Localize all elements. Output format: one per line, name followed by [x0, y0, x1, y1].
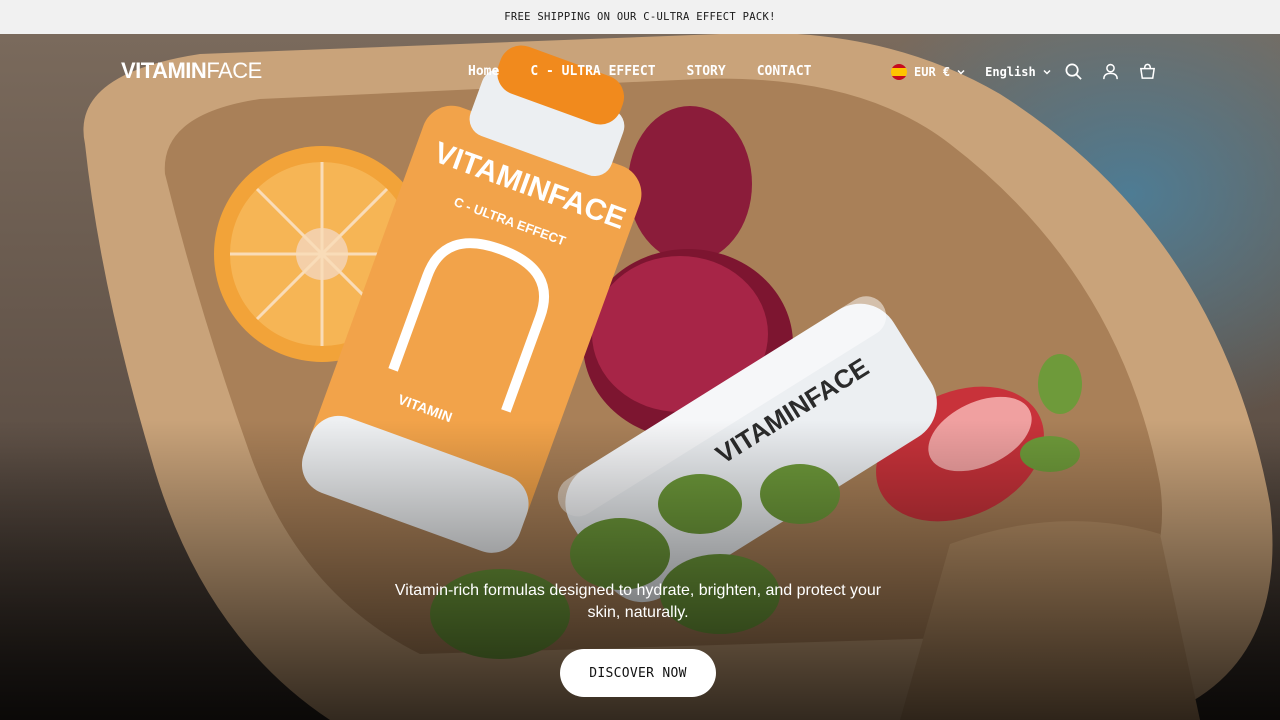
nav-contact[interactable]: CONTACT [757, 64, 812, 79]
header-selectors: EUR € English [891, 61, 1052, 83]
nav-home[interactable]: Home [468, 64, 499, 79]
logo-light-text: FACE [206, 58, 262, 83]
cart-icon[interactable] [1138, 62, 1157, 81]
announcement-text: FREE SHIPPING ON OUR C-ULTRA EFFECT PACK… [504, 11, 776, 23]
chevron-down-icon [957, 69, 965, 75]
site-logo[interactable]: VITAMINFACE [121, 58, 262, 84]
currency-value: EUR € [914, 65, 951, 79]
nav-story[interactable]: STORY [687, 64, 726, 79]
nav-c-ultra-effect[interactable]: C - ULTRA EFFECT [530, 64, 655, 79]
language-selector[interactable]: English [985, 65, 1052, 79]
currency-selector[interactable]: EUR € [891, 64, 966, 80]
discover-now-button[interactable]: DISCOVER NOW [560, 649, 716, 697]
search-icon[interactable] [1064, 62, 1083, 81]
chevron-down-icon [1043, 69, 1051, 75]
announcement-bar: FREE SHIPPING ON OUR C-ULTRA EFFECT PACK… [0, 0, 1280, 34]
header-icons [1064, 62, 1157, 81]
account-icon[interactable] [1101, 62, 1120, 81]
language-value: English [985, 65, 1036, 79]
spain-flag-icon [891, 64, 907, 80]
logo-bold-text: VITAMIN [121, 58, 207, 83]
hero-tagline: Vitamin-rich formulas designed to hydrat… [394, 582, 882, 621]
main-nav: Home C - ULTRA EFFECT STORY CONTACT [468, 64, 842, 79]
